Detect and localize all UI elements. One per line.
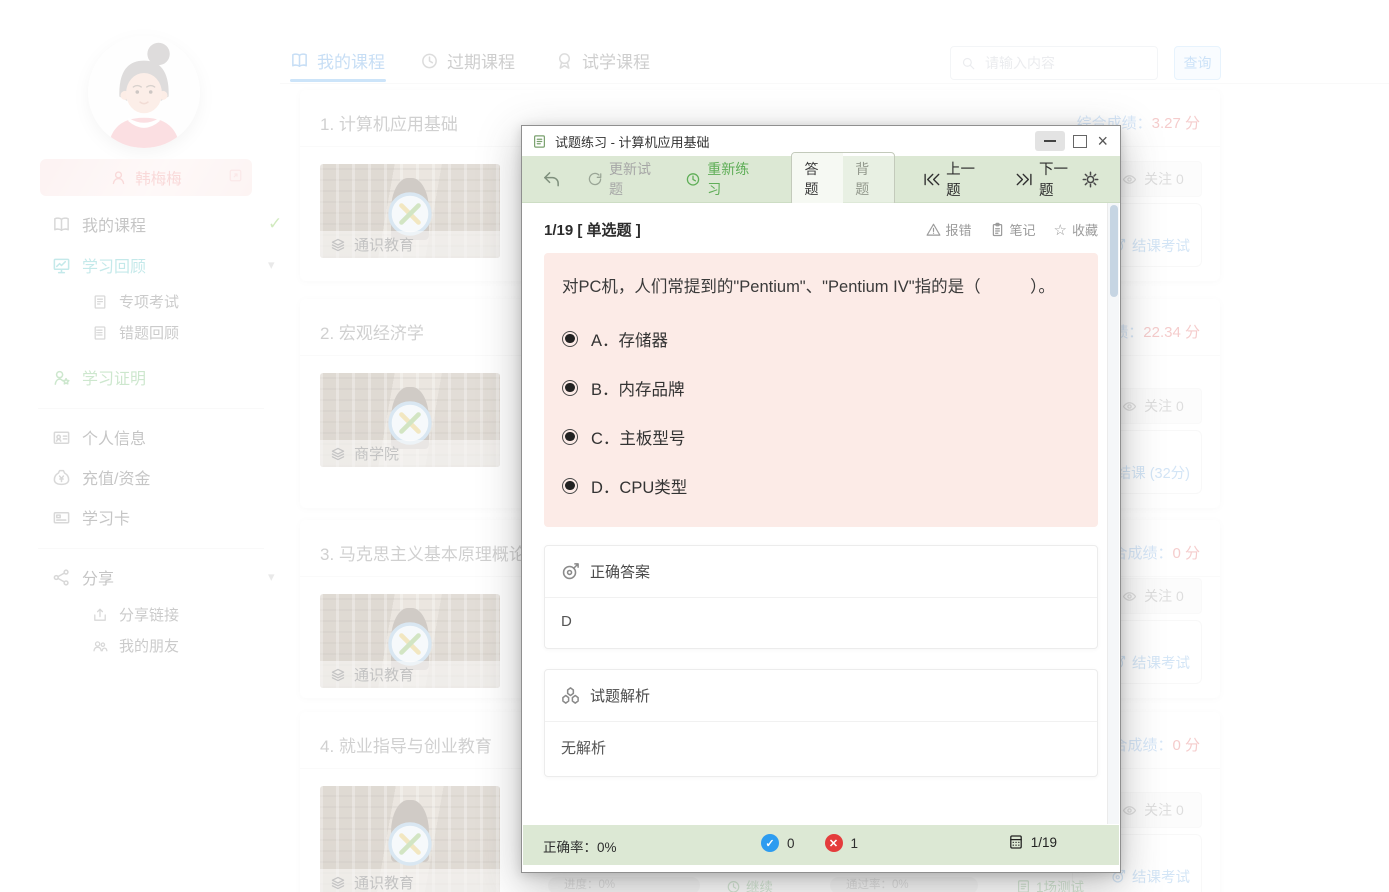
button-label: 下一题 — [1039, 158, 1081, 200]
star-icon: ☆ — [1054, 221, 1067, 239]
radio-icon[interactable] — [562, 429, 578, 445]
minimize-button[interactable] — [1035, 131, 1065, 151]
button-label: 重新练习 — [707, 159, 761, 199]
next-question-button[interactable]: 下一题 — [1016, 158, 1081, 200]
button-label: 收藏 — [1072, 220, 1098, 239]
button-label: 报错 — [946, 220, 972, 239]
option-label: A．存储器 — [591, 327, 668, 351]
answer-option-b[interactable]: B．内存品牌 — [562, 376, 1080, 400]
document-icon — [532, 134, 547, 149]
next-icon — [1016, 173, 1033, 186]
wrong-count: 1 — [851, 836, 859, 851]
section-title: 试题解析 — [590, 685, 650, 706]
analysis-section: 试题解析 无解析 — [544, 669, 1098, 777]
answer-sheet-icon — [1008, 834, 1024, 850]
cross-circle-icon: ✕ — [825, 834, 843, 852]
restart-practice-button[interactable]: 重新练习 — [685, 159, 761, 199]
maximize-button[interactable] — [1073, 135, 1087, 148]
section-header: 试题解析 — [545, 670, 1097, 722]
question-bar: 1/19 [ 单选题 ] 报错 笔记 ☆ 收藏 — [544, 219, 1098, 240]
answer-option-d[interactable]: D．CPU类型 — [562, 474, 1080, 498]
check-circle-icon: ✓ — [761, 834, 779, 852]
radio-icon[interactable] — [562, 478, 578, 494]
quiz-dialog: 试题练习 - 计算机应用基础 × 更新试题 重新练习 答题 背题 — [521, 125, 1121, 873]
button-label: 更新试题 — [609, 159, 663, 199]
quiz-body: 1/19 [ 单选题 ] 报错 笔记 ☆ 收藏 — [522, 203, 1120, 825]
quiz-toolbar: 更新试题 重新练习 答题 背题 上一题 下一题 — [522, 156, 1120, 203]
scrollbar[interactable] — [1107, 203, 1119, 824]
report-error-button[interactable]: 报错 — [926, 220, 972, 239]
previous-icon — [923, 173, 940, 186]
note-button[interactable]: 笔记 — [990, 220, 1036, 239]
correct-answer-section: 正确答案 D — [544, 545, 1098, 649]
note-icon — [990, 222, 1005, 237]
gear-icon[interactable] — [1081, 170, 1100, 189]
analysis-value: 无解析 — [545, 722, 1097, 776]
button-label: 上一题 — [946, 158, 988, 200]
question-meta: 报错 笔记 ☆ 收藏 — [926, 220, 1099, 239]
mode-toggle: 答题 背题 — [791, 152, 895, 206]
previous-question-button[interactable]: 上一题 — [923, 158, 988, 200]
section-header: 正确答案 — [545, 546, 1097, 598]
warning-icon — [926, 222, 941, 237]
question-text: 对PC机，人们常提到的"Pentium"、"Pentium IV"指的是（ ）。 — [562, 273, 1080, 302]
app-window: 韩梅梅 我的课程 ✓ 学习回顾 ▾ 专项考试 错题回顾 学习证明 个人信息 — [0, 0, 1389, 892]
dialog-title: 试题练习 - 计算机应用基础 — [555, 132, 710, 151]
mode-recite-button[interactable]: 背题 — [843, 153, 894, 205]
question-panel: 对PC机，人们常提到的"Pentium"、"Pentium IV"指的是（ ）。… — [544, 253, 1098, 527]
correct-answer-value: D — [545, 598, 1097, 648]
target-icon — [561, 562, 580, 581]
close-button[interactable]: × — [1095, 132, 1110, 150]
window-controls: × — [1035, 131, 1110, 151]
clock-icon — [685, 171, 701, 187]
answer-option-c[interactable]: C．主板型号 — [562, 425, 1080, 449]
mode-answer-button[interactable]: 答题 — [792, 153, 843, 205]
correct-count: 0 — [787, 836, 795, 851]
radio-icon[interactable] — [562, 380, 578, 396]
button-label: 笔记 — [1010, 220, 1036, 239]
option-label: C．主板型号 — [591, 425, 685, 449]
correct-counter: ✓ 0 — [761, 834, 795, 852]
update-questions-button[interactable]: 更新试题 — [587, 159, 663, 199]
scrollbar-thumb[interactable] — [1110, 205, 1118, 297]
accuracy-label: 正确率：0% — [543, 836, 617, 856]
score-counters: ✓ 0 ✕ 1 — [761, 834, 858, 852]
progress-counter[interactable]: 1/19 — [1008, 834, 1057, 850]
answer-option-a[interactable]: A．存储器 — [562, 327, 1080, 351]
question-counter: 1/19 [ 单选题 ] — [544, 219, 641, 240]
back-icon[interactable] — [542, 170, 561, 189]
cubes-icon — [561, 686, 580, 705]
radio-icon[interactable] — [562, 331, 578, 347]
option-label: D．CPU类型 — [591, 474, 687, 498]
wrong-counter: ✕ 1 — [825, 834, 859, 852]
section-title: 正确答案 — [590, 561, 650, 582]
refresh-icon — [587, 171, 603, 187]
quiz-statusbar: 正确率：0% ✓ 0 ✕ 1 1/19 — [523, 825, 1119, 865]
progress-value: 1/19 — [1031, 835, 1057, 850]
favorite-button[interactable]: ☆ 收藏 — [1054, 220, 1098, 239]
option-label: B．内存品牌 — [591, 376, 685, 400]
